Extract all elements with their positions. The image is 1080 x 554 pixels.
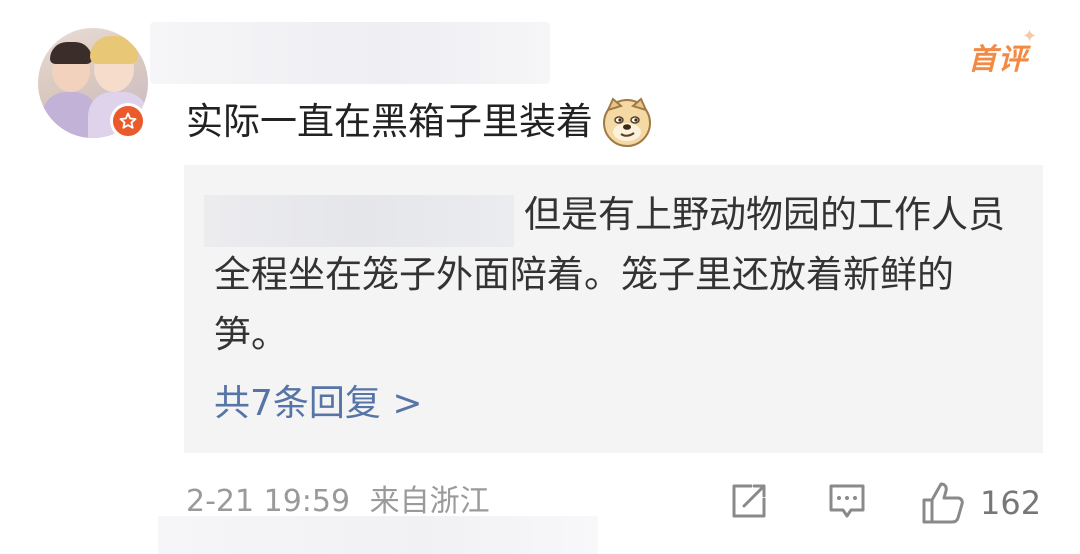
like-button[interactable]: 162 (920, 480, 1041, 526)
next-item-redacted (158, 516, 598, 554)
reply-preview[interactable]: 但是有上野动物园的工作人员全程坐在笼子外面陪着。笼子里还放着新鲜的笋。 共7条回… (184, 165, 1043, 453)
avatar-hair-left (50, 42, 92, 64)
verified-badge-icon (110, 103, 146, 139)
username-redacted[interactable] (150, 22, 550, 84)
first-comment-badge-label: 首评 (968, 42, 1029, 76)
avatar-hair-right (90, 36, 138, 64)
first-comment-badge: 首评 ✦ (968, 26, 1037, 78)
doge-emoji-icon (603, 97, 651, 147)
share-button[interactable] (728, 480, 770, 522)
share-icon (732, 484, 766, 518)
like-count: 162 (980, 484, 1042, 522)
view-replies-link[interactable]: 共7条回复 > (214, 379, 423, 429)
comment-button[interactable] (826, 480, 868, 522)
comment-body: 实际一直在黑箱子里装着 (186, 92, 653, 152)
comment-icon (829, 484, 865, 518)
reply-text: 但是有上野动物园的工作人员全程坐在笼子外面陪着。笼子里还放着新鲜的笋。 (214, 193, 1005, 356)
comment-time: 2-21 19:59 (186, 484, 351, 519)
comment-location: 来自浙江 (369, 484, 490, 519)
sparkle-icon: ✦ (1022, 26, 1039, 47)
like-icon (922, 482, 964, 524)
comment-text: 实际一直在黑箱子里装着 (186, 100, 593, 143)
